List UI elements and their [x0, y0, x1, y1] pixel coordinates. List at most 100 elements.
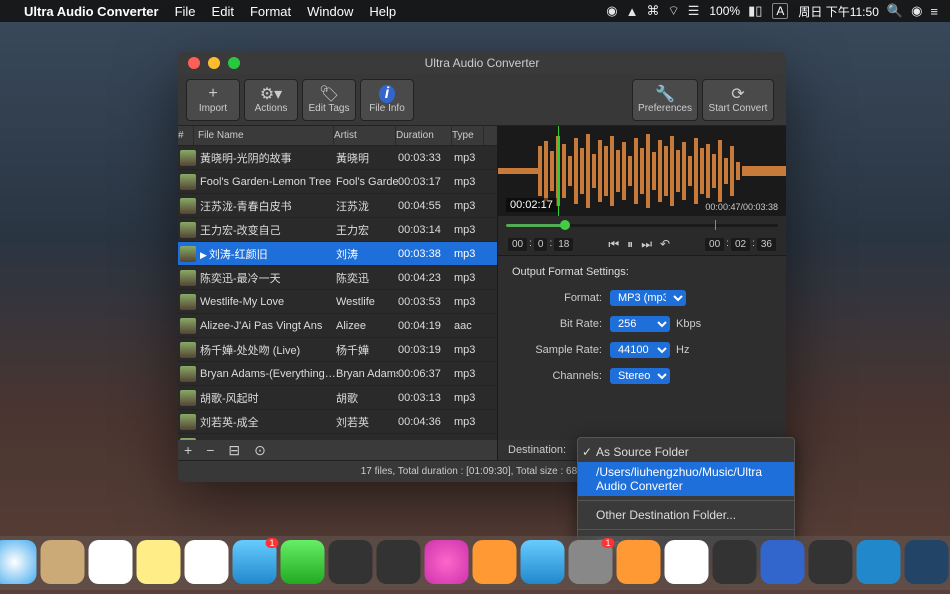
clock[interactable]: 周日 下午11:50 [798, 3, 878, 20]
table-row[interactable]: 杨千嬅-处处吻 (Live)杨千嬅00:03:19mp3 [178, 338, 497, 362]
prev-button[interactable]: ⏮ [608, 237, 619, 252]
start-convert-button[interactable]: ⟳Start Convert [702, 79, 774, 121]
menu-edit[interactable]: Edit [212, 4, 234, 19]
app-name[interactable]: Ultra Audio Converter [24, 4, 159, 19]
file-name: 胡歌-风起时 [198, 390, 336, 406]
status-icon[interactable]: ◉ [606, 3, 617, 19]
dock-books[interactable] [473, 540, 517, 584]
wifi-icon[interactable]: ☰ [688, 3, 700, 19]
dock-safari[interactable] [0, 540, 37, 584]
dock-messages[interactable] [281, 540, 325, 584]
channels-select[interactable]: Stereo [610, 368, 670, 384]
undo-button[interactable]: ↶ [660, 237, 670, 252]
dock-calendar[interactable] [89, 540, 133, 584]
preferences-button[interactable]: 🔧Preferences [632, 79, 698, 121]
file-thumbnail [180, 270, 196, 286]
table-row[interactable]: 汪苏泷-青春白皮书汪苏泷00:04:55mp3 [178, 194, 497, 218]
siri-icon[interactable]: ◉ [911, 3, 922, 19]
table-row[interactable]: 刘若英-成全刘若英00:04:36mp3 [178, 410, 497, 434]
table-row[interactable]: ▶刘涛-红颜旧刘涛00:03:38mp3 [178, 242, 497, 266]
dock-app[interactable] [809, 540, 853, 584]
waveform[interactable]: 00:02:17 00:00:47/00:03:38 [498, 126, 786, 216]
add-file-button[interactable]: + [184, 442, 192, 458]
menu-help[interactable]: Help [369, 4, 396, 19]
dock-terminal[interactable] [329, 540, 373, 584]
range-time: 00:00:47/00:03:38 [705, 202, 778, 212]
file-duration: 00:03:14 [398, 224, 454, 236]
table-row[interactable]: Alizee-J'Ai Pas Vingt AnsAlizee00:04:19a… [178, 314, 497, 338]
file-thumbnail [180, 222, 196, 238]
list-footer: + − ⊟ ⊙ [178, 440, 497, 460]
status-icon[interactable]: ▲ [626, 4, 639, 19]
table-row[interactable]: Fool's Garden-Lemon TreeFool's Garden00:… [178, 170, 497, 194]
dock-app[interactable] [617, 540, 661, 584]
menu-file[interactable]: File [175, 4, 196, 19]
file-name: 王力宏-改变自己 [198, 222, 336, 238]
table-row[interactable]: Westlife-My LoveWestlife00:03:53mp3 [178, 290, 497, 314]
notification-center-icon[interactable]: ≡ [930, 4, 938, 19]
playhead[interactable] [558, 126, 559, 216]
file-name: Westlife-My Love [198, 296, 336, 308]
col-duration[interactable]: Duration [396, 126, 452, 145]
col-type[interactable]: Type [452, 126, 484, 145]
dock-reminders[interactable] [185, 540, 229, 584]
convert-icon: ⟳ [731, 85, 744, 103]
file-thumbnail [180, 174, 196, 190]
format-select[interactable]: MP3 (mp3) [610, 290, 686, 306]
reveal-button[interactable]: ⊙ [254, 442, 266, 459]
seek-slider[interactable] [498, 216, 786, 234]
file-artist: Fool's Garden [336, 176, 398, 188]
file-duration: 00:03:38 [398, 248, 454, 260]
table-row[interactable]: 王力宏-改变自己王力宏00:03:14mp3 [178, 218, 497, 242]
titlebar[interactable]: Ultra Audio Converter [178, 52, 786, 74]
edit-tags-button[interactable]: 🏷Edit Tags [302, 79, 356, 121]
file-thumbnail [180, 294, 196, 310]
dock-app[interactable] [857, 540, 901, 584]
remove-file-button[interactable]: − [206, 442, 214, 458]
dropdown-item[interactable]: /Users/liuhengzhuo/Music/Ultra Audio Con… [578, 462, 794, 496]
file-duration: 00:04:55 [398, 200, 454, 212]
samplerate-select[interactable]: 44100 [610, 342, 670, 358]
dock-appstore[interactable] [521, 540, 565, 584]
badge: 1 [601, 538, 614, 548]
next-button[interactable]: ⏭ [641, 237, 652, 252]
input-source-icon[interactable]: A [772, 3, 788, 19]
spotlight-icon[interactable]: 🔍 [887, 3, 903, 19]
dock-app[interactable] [665, 540, 709, 584]
dock-app[interactable] [905, 540, 949, 584]
col-artist[interactable]: Artist [334, 126, 396, 145]
dock-mail[interactable]: 1 [233, 540, 277, 584]
table-row[interactable]: 陈奕迅-最冷一天陈奕迅00:04:23mp3 [178, 266, 497, 290]
file-duration: 00:03:33 [398, 152, 454, 164]
col-filename[interactable]: File Name [194, 126, 334, 145]
dock-app[interactable] [713, 540, 757, 584]
dock-music[interactable] [425, 540, 469, 584]
menu-window[interactable]: Window [307, 4, 353, 19]
wrench-icon: 🔧 [655, 85, 675, 103]
pause-button[interactable]: ⏸ [627, 237, 633, 252]
file-info-button[interactable]: iFile Info [360, 79, 414, 121]
battery-icon[interactable]: ▮▯ [748, 3, 762, 19]
actions-button[interactable]: ⚙▾Actions [244, 79, 298, 121]
table-row[interactable]: 胡歌-风起时胡歌00:03:13mp3 [178, 386, 497, 410]
bluetooth-icon[interactable]: ⌔ [667, 3, 679, 19]
import-button[interactable]: +Import [186, 79, 240, 121]
bitrate-select[interactable]: 256 [610, 316, 670, 332]
dock-contacts[interactable] [41, 540, 85, 584]
dock-preferences[interactable]: 1 [569, 540, 613, 584]
dock-notes[interactable] [137, 540, 181, 584]
clear-list-button[interactable]: ⊟ [228, 442, 240, 459]
menu-format[interactable]: Format [250, 4, 291, 19]
status-icon[interactable]: ⌘ [646, 3, 659, 19]
dropdown-item[interactable]: Other Destination Folder... [578, 505, 794, 525]
file-thumbnail [180, 246, 196, 262]
dropdown-item[interactable]: ✓As Source Folder [578, 442, 794, 462]
battery-text[interactable]: 100% [709, 4, 740, 18]
file-name: Fool's Garden-Lemon Tree [198, 176, 336, 188]
file-artist: 刘若英 [336, 414, 398, 430]
dock-app[interactable] [761, 540, 805, 584]
col-num[interactable]: # [178, 126, 194, 145]
dock-app[interactable] [377, 540, 421, 584]
table-row[interactable]: Bryan Adams-(Everything I Do...Bryan Ada… [178, 362, 497, 386]
table-row[interactable]: 黃晓明-光阴的故事黃晓明00:03:33mp3 [178, 146, 497, 170]
